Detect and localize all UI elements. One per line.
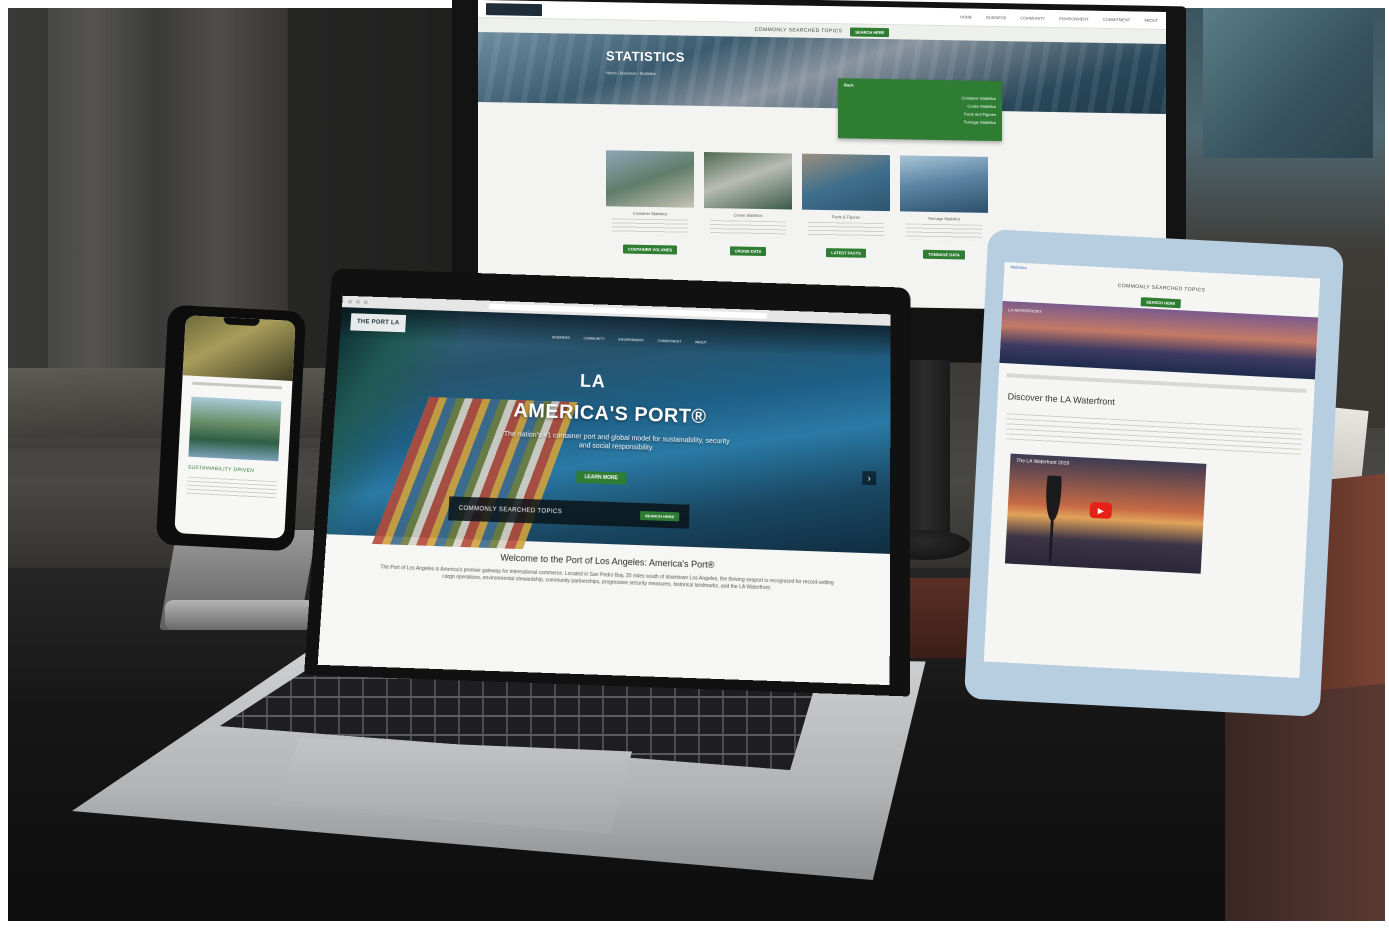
laptop-screen: THE PORT LA Business Community Environme… <box>317 295 891 686</box>
card-title: Cruise Statistics <box>733 212 763 218</box>
card-description <box>710 220 786 238</box>
breadcrumb[interactable]: Home / Business / Statistics <box>606 70 656 76</box>
phone-body-text <box>186 476 278 500</box>
search-here-button[interactable]: SEARCH HERE <box>639 510 680 521</box>
background-port-window <box>1203 8 1373 158</box>
logo-text: THE PORT LA <box>356 319 400 327</box>
statistics-hero: STATISTICS Home / Business / Statistics <box>478 31 1166 115</box>
hero-label: LA WATERFRONT <box>1008 307 1042 315</box>
home-hero: THE PORT LA Business Community Environme… <box>326 307 891 554</box>
nav-link[interactable]: Community <box>583 336 604 341</box>
nav-link[interactable]: Business <box>986 15 1006 20</box>
card-image <box>900 155 988 213</box>
nav-link[interactable]: Business <box>552 335 570 339</box>
card-image <box>704 151 792 210</box>
welcome-section: Welcome to the Port of Los Angeles: Amer… <box>317 534 891 686</box>
window-minimize-icon[interactable] <box>355 300 361 304</box>
window-maximize-icon[interactable] <box>363 300 368 305</box>
phone-stand-base <box>165 600 315 630</box>
search-topics-label: COMMONLY SEARCHED TOPICS <box>458 505 563 516</box>
port-logo[interactable] <box>486 2 542 16</box>
port-logo[interactable]: THE PORT LA <box>350 313 407 333</box>
card-description <box>906 223 982 241</box>
stat-card: Tonnage Statistics TONNAGE DATA <box>900 155 988 262</box>
search-here-button[interactable]: SEARCH HERE <box>850 26 890 37</box>
palm-tree-image <box>1033 475 1072 563</box>
phone-ship-image <box>188 396 282 462</box>
la-logo-mark: LA <box>579 371 607 392</box>
nav-link[interactable]: Commitment <box>1103 17 1131 22</box>
search-here-button[interactable]: SEARCH HERE <box>1140 297 1181 309</box>
card-description <box>612 218 688 236</box>
body-text <box>1005 413 1303 455</box>
nav-link[interactable]: About <box>695 340 707 344</box>
menu-item[interactable]: Container Statistics <box>844 93 996 101</box>
nav-link[interactable]: Community <box>1020 15 1045 20</box>
nav-link[interactable]: About <box>1144 18 1158 23</box>
nav-link[interactable]: Environment <box>1059 16 1089 22</box>
card-image <box>606 150 694 208</box>
card-button[interactable]: LATEST FACTS <box>826 248 866 258</box>
phone-breadcrumb <box>192 381 283 390</box>
stat-card: Cruise Statistics CRUISE DATA <box>704 151 792 259</box>
nav-link[interactable]: Home <box>960 14 972 19</box>
play-icon[interactable]: ▶ <box>1089 501 1113 519</box>
carousel-next-icon[interactable]: › <box>862 470 877 486</box>
card-button[interactable]: CRUISE DATA <box>729 246 767 257</box>
card-title: Container Statistics <box>632 210 668 217</box>
window-close-icon[interactable] <box>348 299 353 304</box>
laptop-menu: Business Community Environment Commitmen… <box>552 335 707 344</box>
menu-item[interactable]: Cruise Statistics <box>844 101 996 110</box>
video-title: The LA Waterfront 2019 <box>1016 457 1070 467</box>
learn-more-button[interactable]: LEARN MORE <box>576 470 627 485</box>
phone-screen: SUSTAINABILITY DRIVEN <box>174 315 296 539</box>
hero-image <box>478 31 1166 115</box>
menu-item[interactable]: Tonnage Statistics <box>844 117 996 125</box>
card-image <box>802 153 890 212</box>
stat-card: Facts & Figures LATEST FACTS <box>802 153 890 261</box>
menu-back-link[interactable]: Back <box>844 82 996 90</box>
card-title: Facts & Figures <box>831 214 860 220</box>
tablet-screen: Websites COMMONLY SEARCHED TOPICS SEARCH… <box>983 262 1321 678</box>
card-description <box>808 221 884 240</box>
stat-card: Container Statistics CONTAINER VOLUMES <box>606 150 694 257</box>
statistics-dropdown-menu: Back Container Statistics Cruise Statist… <box>838 78 1002 142</box>
page-heading: Discover the LA Waterfront <box>1007 391 1115 407</box>
menu-item[interactable]: Facts and Figures <box>844 109 996 117</box>
nav-link[interactable]: Commitment <box>658 339 682 344</box>
search-topics-label: COMMONLY SEARCHED TOPICS <box>754 26 843 35</box>
phone-section-title: SUSTAINABILITY DRIVEN <box>187 464 255 475</box>
page-title: STATISTICS <box>606 48 685 65</box>
card-button[interactable]: TONNAGE DATA <box>923 249 965 260</box>
statistics-cards: Container Statistics CONTAINER VOLUMES C… <box>606 150 988 262</box>
card-title: Tonnage Statistics <box>927 215 961 222</box>
card-button[interactable]: CONTAINER VOLUMES <box>622 244 678 255</box>
video-player[interactable]: The LA Waterfront 2019 ▶ <box>1004 453 1207 574</box>
tablet-back-link[interactable]: Websites <box>1010 264 1027 270</box>
nav-link[interactable]: Environment <box>618 338 644 343</box>
